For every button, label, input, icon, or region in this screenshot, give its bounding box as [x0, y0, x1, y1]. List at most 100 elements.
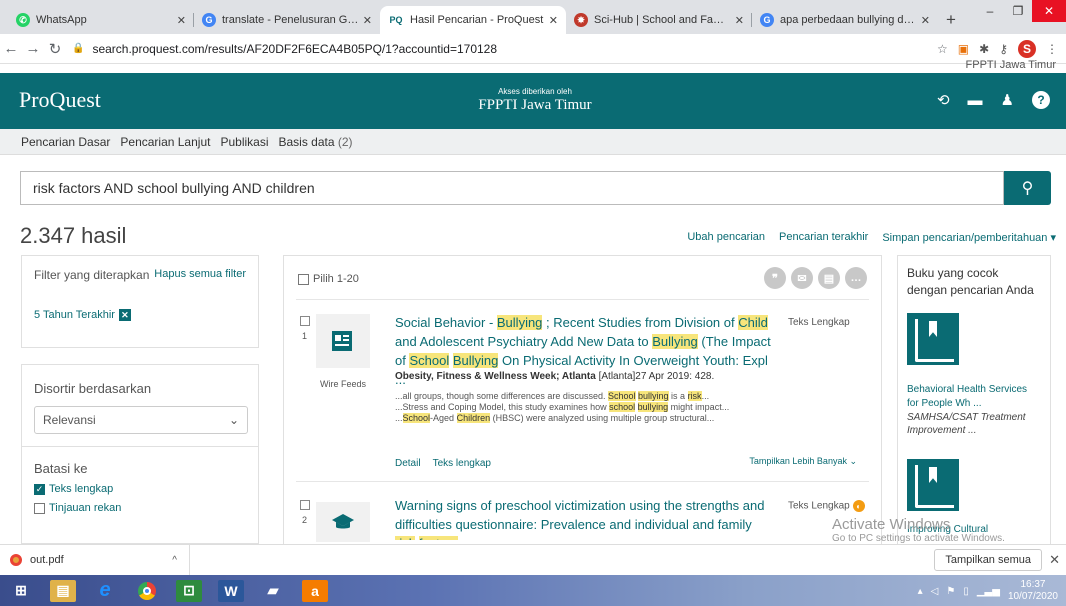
- access-institution: FPPTI Jawa Timur: [478, 97, 592, 113]
- store-icon[interactable]: ⊡: [176, 579, 202, 602]
- fulltext-link[interactable]: Teks lengkap: [433, 458, 491, 469]
- close-icon[interactable]: ✕: [735, 14, 744, 27]
- checkbox-icon[interactable]: [298, 273, 309, 285]
- clock-date: 10/07/2020: [1007, 591, 1058, 602]
- puzzle-icon[interactable]: ✱: [979, 42, 989, 56]
- print-icon[interactable]: ▤: [818, 267, 840, 289]
- chrome-icon: [10, 554, 22, 566]
- checkbox-icon[interactable]: [34, 502, 45, 514]
- tab-scihub[interactable]: ✸ Sci-Hub | School and Family Fac ✕: [566, 6, 752, 34]
- clear-filters-link[interactable]: Hapus semua filter: [154, 268, 246, 282]
- close-icon[interactable]: ✕: [549, 14, 558, 27]
- fulltext-option: Teks lengkap: [49, 483, 114, 495]
- key-icon[interactable]: ⚷: [999, 42, 1008, 56]
- battery-icon[interactable]: ▯: [963, 586, 969, 597]
- tab-google-translate[interactable]: G translate - Penelusuran Google ✕: [194, 6, 380, 34]
- nav-basic-search[interactable]: Pencarian Dasar: [21, 135, 110, 149]
- select-all[interactable]: Pilih 1-20: [298, 273, 359, 285]
- book-title-link[interactable]: Behavioral Health Services for People Wh…: [907, 383, 1041, 411]
- maximize-icon[interactable]: ❐: [1004, 0, 1032, 22]
- flag-icon[interactable]: ⚑: [946, 586, 955, 597]
- folder-icon[interactable]: ▬: [968, 92, 983, 109]
- url-field[interactable]: 🔒 search.proquest.com/results/AF20DF2F6E…: [72, 37, 929, 61]
- windows-start-icon[interactable]: ⊞: [8, 580, 34, 602]
- nav-publications[interactable]: Publikasi: [220, 135, 268, 149]
- file-explorer-icon[interactable]: ▤: [50, 579, 76, 602]
- forward-icon[interactable]: →: [22, 40, 44, 57]
- internet-explorer-icon[interactable]: e: [92, 579, 118, 602]
- sort-select[interactable]: Relevansi ⌄: [34, 406, 248, 434]
- nav-databases[interactable]: Basis data (2): [279, 135, 353, 149]
- tab-proquest[interactable]: PQ Hasil Pencarian - ProQuest ✕: [380, 6, 566, 34]
- reload-icon[interactable]: ↻: [44, 40, 66, 58]
- close-icon[interactable]: ✕: [177, 14, 186, 27]
- checkbox-checked-icon[interactable]: ✓: [34, 483, 45, 495]
- star-icon[interactable]: ☆: [937, 42, 948, 56]
- result-checkbox[interactable]: [300, 500, 310, 510]
- result-checkbox[interactable]: [300, 316, 310, 326]
- detail-link[interactable]: Detail: [395, 458, 421, 469]
- book-icon[interactable]: [907, 313, 959, 365]
- google-icon: G: [202, 13, 216, 27]
- show-more-link[interactable]: Tampilkan Lebih Banyak ⌄: [749, 456, 857, 467]
- chevron-up-icon[interactable]: ^: [172, 555, 177, 566]
- proquest-icon: PQ: [388, 13, 404, 27]
- remove-filter-icon[interactable]: ✕: [118, 309, 131, 321]
- signal-icon[interactable]: ▁▃▅: [977, 586, 1000, 597]
- result-links: Detail Teks lengkap: [395, 458, 491, 469]
- history-icon[interactable]: ⟲: [937, 91, 950, 109]
- clock[interactable]: 16:37 10/07/2020: [1008, 579, 1058, 603]
- tray-arrow-icon[interactable]: ▴: [918, 586, 923, 597]
- proquest-header: ProQuest Akses diberikan oleh FPPTI Jawa…: [0, 73, 1066, 129]
- new-tab-button[interactable]: +: [938, 6, 964, 34]
- search-button[interactable]: ⚲: [1004, 171, 1051, 205]
- scihub-icon: ✸: [574, 13, 588, 27]
- extension-icon[interactable]: ▣: [958, 42, 969, 56]
- proquest-logo[interactable]: ProQuest: [19, 87, 101, 113]
- menu-icon[interactable]: ⋮: [1046, 42, 1058, 56]
- recent-searches-link[interactable]: Pencarian terakhir: [779, 231, 868, 244]
- avast-icon[interactable]: a: [302, 579, 328, 602]
- search-input[interactable]: [20, 171, 1004, 205]
- close-icon[interactable]: ✕: [1049, 552, 1060, 568]
- download-item[interactable]: out.pdf ^: [0, 544, 190, 576]
- tab-whatsapp[interactable]: ✆ WhatsApp ✕: [8, 6, 194, 34]
- save-search-link[interactable]: Simpan pencarian/pemberitahuan ▾: [882, 231, 1056, 244]
- paint-icon[interactable]: ▰: [260, 580, 286, 602]
- graduation-cap-svg: [332, 514, 354, 529]
- publication-info: Obesity, Fitness & Wellness Week; Atlant…: [395, 371, 835, 382]
- search-icon: ⚲: [1021, 180, 1034, 197]
- chrome-icon[interactable]: [134, 580, 160, 602]
- books-panel-title: Buku yang cocok dengan pencarian Anda: [907, 266, 1034, 297]
- window-close-icon[interactable]: ✕: [1032, 0, 1066, 22]
- more-actions-icon[interactable]: …: [845, 267, 867, 289]
- user-icon[interactable]: ♟: [1001, 91, 1014, 109]
- watermark-line1: Activate Windows: [832, 516, 951, 533]
- fulltext-checkbox-row[interactable]: ✓ Teks lengkap: [34, 483, 246, 495]
- window-controls: – ❐ ✕: [976, 0, 1066, 22]
- filters-title: Filter yang diterapkan: [34, 268, 150, 282]
- close-icon[interactable]: ✕: [363, 14, 372, 27]
- peer-review-checkbox-row[interactable]: Tinjauan rekan: [34, 502, 246, 514]
- filter-chip[interactable]: 5 Tahun Terakhir ✕: [34, 309, 246, 321]
- help-icon[interactable]: ?: [1032, 91, 1050, 109]
- modify-search-link[interactable]: Ubah pencarian: [687, 231, 765, 244]
- volume-icon[interactable]: ◁: [931, 586, 939, 597]
- lock-icon: 🔒: [72, 43, 85, 54]
- tab-google-search[interactable]: G apa perbedaan bullying dengan ✕: [752, 6, 938, 34]
- divider: [296, 299, 869, 300]
- show-all-button[interactable]: Tampilkan semua: [934, 549, 1042, 571]
- email-icon[interactable]: ✉: [791, 267, 813, 289]
- result-title-link[interactable]: Warning signs of preschool victimization…: [395, 496, 775, 540]
- publication-date: [Atlanta]27 Apr 2019: 428.: [595, 371, 715, 382]
- word-icon[interactable]: W: [218, 579, 244, 602]
- book-icon[interactable]: [907, 459, 959, 511]
- sort-panel: Disortir berdasarkan Relevansi ⌄ Batasi …: [21, 364, 259, 544]
- cite-icon[interactable]: ❞: [764, 267, 786, 289]
- profile-avatar[interactable]: S: [1018, 39, 1036, 58]
- back-icon[interactable]: ←: [0, 40, 22, 57]
- nav-advanced-search[interactable]: Pencarian Lanjut: [120, 135, 210, 149]
- minimize-icon[interactable]: –: [976, 0, 1004, 22]
- close-icon[interactable]: ✕: [921, 14, 930, 27]
- chrome-center: [143, 586, 151, 595]
